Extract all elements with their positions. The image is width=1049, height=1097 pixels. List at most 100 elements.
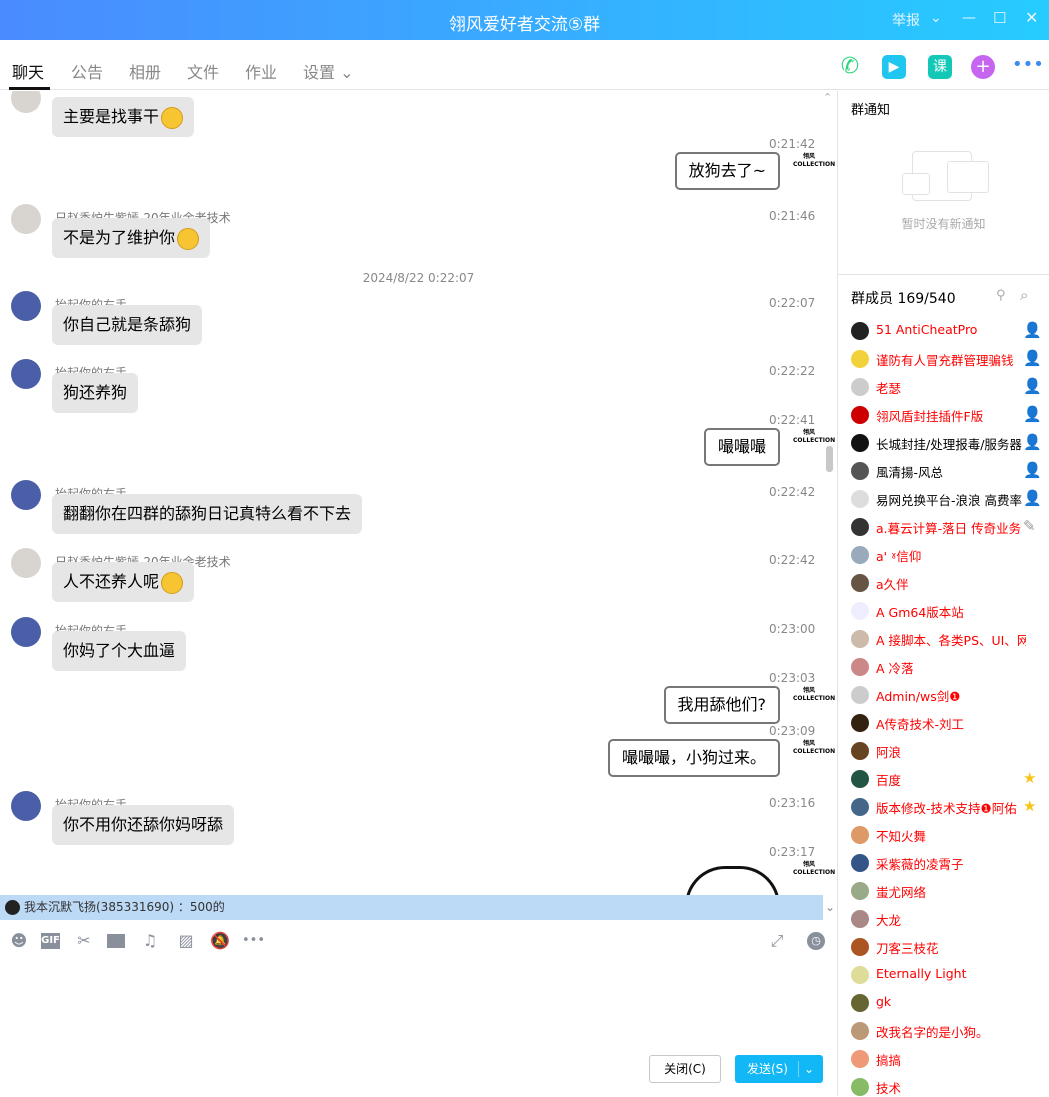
member-item[interactable]: 風清揚-风总 👤 (851, 461, 1046, 481)
folder-icon[interactable] (107, 934, 125, 948)
member-item[interactable]: a.暮云计算-落日 传奇业务 ✎ (851, 517, 1046, 537)
chevron-down-icon[interactable]: ⌄ (930, 10, 942, 26)
avatar[interactable] (11, 617, 41, 647)
more-icon[interactable]: ••• (242, 932, 265, 950)
scrollbar[interactable] (826, 446, 833, 472)
send-button[interactable]: 发送(S) ⌄ (735, 1055, 823, 1083)
member-item[interactable]: A传奇技术-刘工 (851, 713, 1046, 733)
image-icon[interactable]: ▨ (177, 932, 195, 950)
gif-icon[interactable]: GIF (41, 933, 60, 949)
video-icon[interactable]: ▶ (882, 55, 906, 79)
member-item[interactable]: A 接脚本、各类PS、UI、网页 (851, 629, 1046, 649)
report-button[interactable]: 举报 (892, 10, 920, 30)
my-avatar[interactable]: 翎风 COLLECTION (793, 429, 835, 459)
my-avatar[interactable]: 翎风 COLLECTION (793, 740, 835, 770)
message-bubble[interactable]: 你不用你还舔你妈呀舔 (52, 805, 235, 845)
member-item[interactable]: 易网兑换平台-浪浪 高费率 👤 (851, 489, 1046, 509)
panda-sticker-image[interactable] (685, 866, 780, 895)
message-time: 0:23:09 (769, 724, 816, 738)
member-item[interactable]: 长城封挂/处理报毒/服务器 👤 (851, 433, 1046, 453)
my-avatar[interactable]: 翎风 COLLECTION (793, 153, 835, 183)
scissors-icon[interactable]: ✂ (75, 932, 93, 950)
message-bubble[interactable]: 人不还养人呢 (52, 562, 195, 602)
my-message-bubble[interactable]: 嘬嘬嘬 (703, 428, 780, 466)
tab-album[interactable]: 相册 (129, 59, 161, 83)
course-icon[interactable]: 课 (928, 55, 952, 79)
member-item[interactable]: 阿浪 (851, 741, 1046, 761)
expand-icon[interactable]: ⤢ (768, 932, 786, 950)
avatar[interactable] (11, 291, 41, 321)
phone-icon[interactable]: ✆ (838, 55, 862, 79)
my-message-bubble[interactable]: 放狗去了~ (674, 152, 780, 190)
member-item[interactable]: 蚩尤网络 (851, 881, 1046, 901)
avatar (851, 910, 869, 928)
admin-icon: 👤 (1023, 349, 1042, 367)
tab-settings[interactable]: 设置 ⌄ (303, 59, 354, 83)
message-time: 0:22:42 (769, 485, 816, 499)
member-item[interactable]: 老瑟 👤 (851, 377, 1046, 397)
my-message-bubble[interactable]: 嘬嘬嘬，小狗过来。 (607, 739, 780, 777)
member-item[interactable]: 百度 ★ (851, 769, 1046, 789)
history-clock-icon[interactable]: ◷ (807, 932, 825, 950)
member-item[interactable]: 改我名字的是小狗。 (851, 1021, 1046, 1041)
mute-bell-icon[interactable]: 🔕 (210, 932, 230, 950)
music-icon[interactable]: ♫ (141, 932, 159, 950)
search-icon[interactable]: ⌕ (1020, 286, 1028, 304)
notice-text: 我本沉默飞扬(385331690) ：500的 (24, 900, 225, 914)
avatar (851, 602, 869, 620)
avatar[interactable] (11, 548, 41, 578)
minimize-icon[interactable]: — (962, 10, 976, 26)
avatar[interactable] (11, 204, 41, 234)
member-item[interactable]: A Gm64版本站 (851, 601, 1046, 621)
message-bubble[interactable]: 翻翻你在四群的舔狗日记真特么看不下去 (52, 494, 363, 534)
message-bubble[interactable]: 狗还养狗 (52, 373, 139, 413)
avatar[interactable] (11, 91, 41, 113)
emoji-icon (161, 106, 184, 129)
member-item[interactable]: Admin/ws剑❶ (851, 685, 1046, 705)
add-member-icon[interactable]: ⚲ (996, 288, 1006, 303)
new-message-notice[interactable]: 我本沉默飞扬(385331690) ：500的 ⌄ (0, 895, 835, 920)
scroll-top-icon[interactable]: ⌃ (823, 91, 832, 104)
member-item[interactable]: 采紫薇的凌霄子 (851, 853, 1046, 873)
plus-bubble-icon[interactable]: + (971, 55, 995, 79)
avatar[interactable] (11, 359, 41, 389)
send-options-chevron-icon[interactable]: ⌄ (804, 1055, 814, 1083)
my-message-bubble[interactable]: 我用舔他们? (663, 686, 780, 724)
my-avatar[interactable]: 翎风 COLLECTION (793, 861, 835, 891)
member-item[interactable]: 51 AntiCheatPro 👤 (851, 321, 1046, 341)
member-item[interactable]: a' ˠ信仰 (851, 545, 1046, 565)
member-item[interactable]: a久伴 (851, 573, 1046, 593)
my-avatar[interactable]: 翎风 COLLECTION (793, 687, 835, 717)
message-bubble[interactable]: 主要是找事干 (52, 97, 195, 137)
more-icon[interactable]: ••• (1012, 55, 1044, 79)
chat-messages[interactable]: 2024/8/22 0:22:07 ⌃ 主要是找事干 0:21:42 翎风 COLL… (0, 91, 837, 895)
member-item[interactable]: 搞搞 (851, 1049, 1046, 1069)
member-item[interactable]: 翎风盾封挂插件F版 👤 (851, 405, 1046, 425)
avatar (851, 350, 869, 368)
message-bubble[interactable]: 你妈了个大血逼 (52, 631, 187, 671)
member-item[interactable]: 技术 (851, 1077, 1046, 1097)
message-input[interactable] (0, 958, 837, 1048)
tab-homework[interactable]: 作业 (245, 59, 277, 83)
member-item[interactable]: 谨防有人冒充群管理骗钱 👤 (851, 349, 1046, 369)
message-bubble[interactable]: 不是为了维护你 (52, 218, 211, 258)
member-item[interactable]: gk (851, 993, 1046, 1013)
member-item[interactable]: 刀客三枝花 (851, 937, 1046, 957)
maximize-icon[interactable]: ☐ (993, 9, 1006, 27)
avatar[interactable] (11, 480, 41, 510)
member-item[interactable]: 不知火舞 (851, 825, 1046, 845)
avatar[interactable] (11, 791, 41, 821)
member-item[interactable]: 版本修改-技术支持❶阿佑 ★ (851, 797, 1046, 817)
tab-announcement[interactable]: 公告 (71, 59, 103, 83)
emoji-icon[interactable]: ☻ (10, 932, 28, 950)
close-button[interactable]: 关闭(C) (649, 1055, 721, 1083)
tab-files[interactable]: 文件 (187, 59, 219, 83)
member-item[interactable]: A 冷落 (851, 657, 1046, 677)
tab-chat[interactable]: 聊天 (12, 59, 44, 83)
member-item[interactable]: Eternally Light (851, 965, 1046, 985)
close-icon[interactable]: ✕ (1025, 8, 1038, 27)
member-item[interactable]: 大龙 (851, 909, 1046, 929)
scroll-bottom-icon[interactable]: ⌄ (825, 895, 835, 920)
message-bubble[interactable]: 你自己就是条舔狗 (52, 305, 203, 345)
message-time: 0:23:03 (769, 671, 816, 685)
